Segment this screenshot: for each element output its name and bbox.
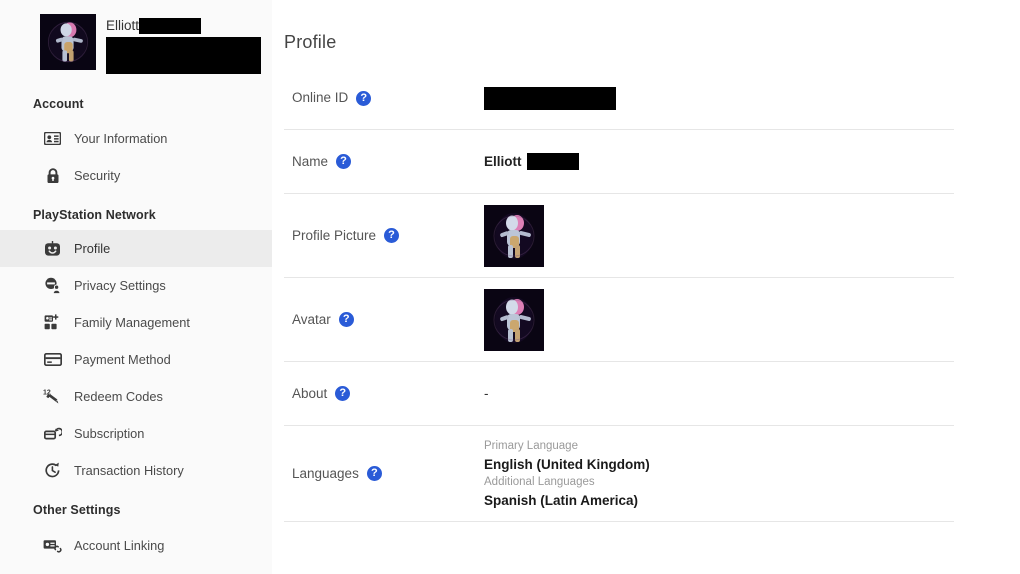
row-label-cell: Profile Picture ? — [284, 228, 484, 244]
sidebar-item-profile[interactable]: Profile — [0, 230, 272, 267]
name-value: Elliott — [484, 153, 579, 170]
row-value-cell: - — [484, 386, 954, 401]
redacted-last-name-value — [526, 153, 579, 170]
profile-row-about: About ? - Edit — [284, 362, 954, 426]
nav-group-other-settings: Account Linking — [0, 527, 272, 564]
help-icon[interactable]: ? — [336, 154, 352, 169]
id-card-icon — [43, 129, 62, 148]
avatar-artwork — [40, 14, 96, 70]
sidebar-item-payment-method[interactable]: Payment Method — [0, 341, 272, 378]
sidebar-item-security[interactable]: Security — [0, 157, 272, 194]
redacted-email — [106, 37, 261, 74]
sidebar-item-family-management[interactable]: Family Management — [0, 304, 272, 341]
sidebar-item-label: Your Information — [74, 131, 168, 146]
row-label-cell: Online ID ? — [284, 90, 484, 106]
sidebar-item-label: Privacy Settings — [74, 278, 166, 293]
field-label: Profile Picture — [292, 227, 377, 243]
profile-row-online-id: Online ID ? Edit — [284, 67, 954, 130]
primary-language-caption: Primary Language — [484, 439, 578, 452]
profile-row-languages: Languages ? Primary Language English (Un… — [284, 426, 954, 522]
field-label: Languages — [292, 465, 359, 481]
sidebar-item-privacy-settings[interactable]: Privacy Settings — [0, 267, 272, 304]
languages-value: Primary Language English (United Kingdom… — [484, 434, 650, 514]
help-icon[interactable]: ? — [335, 386, 351, 401]
about-value: - — [484, 386, 489, 401]
profile-row-profile-picture: Profile Picture ? — [284, 194, 954, 278]
sidebar-item-label: Transaction History — [74, 463, 184, 478]
nav-section-title-other-settings: Other Settings — [33, 503, 121, 517]
row-value-cell — [484, 288, 954, 351]
help-icon[interactable]: ? — [384, 228, 400, 243]
name-first: Elliott — [484, 154, 522, 169]
account-link-icon — [43, 536, 62, 555]
field-label: Online ID — [292, 90, 349, 105]
redeem-code-pencil-icon: 12 — [43, 387, 62, 406]
privacy-shield-person-icon — [43, 276, 62, 295]
lock-icon — [43, 166, 62, 185]
family-group-icon — [43, 313, 62, 332]
clock-history-icon — [43, 461, 62, 480]
sidebar-item-label: Family Management — [74, 315, 190, 330]
row-label-cell: Avatar ? — [284, 312, 484, 328]
credit-card-icon — [43, 350, 62, 369]
sidebar-item-subscription[interactable]: Subscription — [0, 415, 272, 452]
additional-languages-value: Spanish (Latin America) — [484, 492, 639, 508]
sidebar-item-your-information[interactable]: Your Information — [0, 120, 272, 157]
profile-row-name: Name ? Elliott Edit — [284, 130, 954, 194]
row-value-cell: Elliott — [484, 153, 954, 170]
sidebar-item-account-linking[interactable]: Account Linking — [0, 527, 272, 564]
main-content: Profile Online ID ? Edit Name ? — [272, 0, 1020, 574]
field-label: Name — [292, 153, 329, 169]
row-label-cell: Name ? — [284, 154, 484, 170]
profile-picture-thumbnail — [484, 204, 544, 267]
row-value-cell: Primary Language English (United Kingdom… — [484, 434, 954, 514]
nav-group-account: Your Information Security — [0, 120, 272, 194]
account-identity: Elliott — [106, 14, 261, 79]
subscription-renew-icon — [43, 424, 62, 443]
help-icon[interactable]: ? — [356, 90, 372, 106]
redacted-last-name — [139, 18, 202, 34]
sidebar: Elliott Account Your Information Securit… — [0, 0, 272, 574]
row-value-cell — [484, 204, 954, 267]
avatar-artwork — [484, 288, 544, 351]
profile-face-icon — [43, 239, 62, 258]
additional-languages-caption: Additional Languages — [484, 475, 595, 488]
help-icon[interactable]: ? — [338, 312, 354, 327]
sidebar-item-label: Security — [74, 168, 121, 183]
sidebar-item-label: Account Linking — [74, 538, 165, 553]
profile-field-list: Online ID ? Edit Name ? Elliott — [284, 67, 954, 522]
account-header: Elliott — [0, 0, 272, 78]
field-label: Avatar — [292, 311, 331, 327]
row-label-cell: About ? — [284, 386, 484, 402]
row-value-cell — [484, 86, 954, 110]
profile-settings-page: Elliott Account Your Information Securit… — [0, 0, 1020, 574]
profile-row-avatar: Avatar ? — [284, 278, 954, 362]
nav-section-title-playstation-network: PlayStation Network — [33, 208, 156, 222]
redacted-online-id-value — [484, 86, 616, 110]
profile-picture-artwork — [484, 204, 544, 267]
sidebar-item-redeem-codes[interactable]: 12 Redeem Codes — [0, 378, 272, 415]
sidebar-item-label: Profile — [74, 241, 111, 256]
sidebar-item-transaction-history[interactable]: Transaction History — [0, 452, 272, 489]
help-icon[interactable]: ? — [366, 466, 382, 481]
account-first-name: Elliott — [106, 18, 140, 33]
field-label: About — [292, 385, 328, 401]
avatar-thumbnail — [484, 288, 544, 351]
nav-group-playstation-network: Profile Privacy Settings Family Manageme… — [0, 230, 272, 489]
sidebar-item-label: Subscription — [74, 426, 145, 441]
row-label-cell: Languages ? — [284, 466, 484, 482]
nav-section-title-account: Account — [33, 97, 84, 111]
account-avatar-image — [40, 14, 96, 70]
page-title: Profile — [284, 32, 337, 53]
sidebar-item-label: Payment Method — [74, 352, 171, 367]
sidebar-item-label: Redeem Codes — [74, 389, 163, 404]
primary-language-value: English (United Kingdom) — [484, 456, 650, 472]
